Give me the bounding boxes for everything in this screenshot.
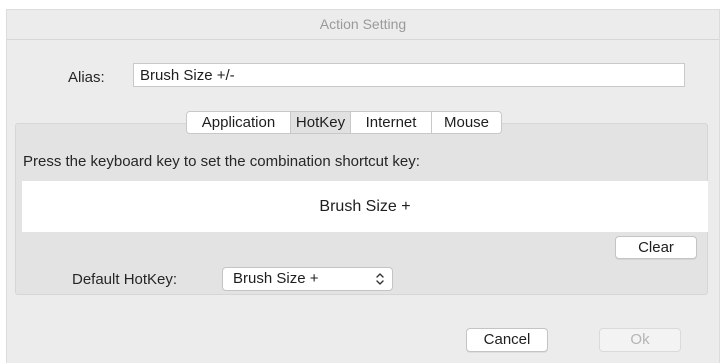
hotkey-instruction: Press the keyboard key to set the combin… — [23, 153, 420, 170]
tab-internet[interactable]: Internet — [351, 112, 432, 133]
hotkey-captured-value: Brush Size + — [319, 197, 411, 215]
tab-application[interactable]: Application — [187, 112, 291, 133]
alias-input[interactable] — [133, 63, 685, 87]
default-hotkey-label: Default HotKey: — [72, 271, 178, 288]
clear-button[interactable]: Clear — [615, 236, 697, 259]
tab-mouse[interactable]: Mouse — [432, 112, 501, 133]
default-hotkey-select[interactable]: Brush Size + — [222, 267, 393, 291]
alias-label: Alias: — [68, 69, 105, 86]
ok-button[interactable]: Ok — [599, 328, 681, 352]
hotkey-capture-field[interactable]: Brush Size + — [22, 181, 708, 232]
default-hotkey-value: Brush Size + — [233, 270, 319, 287]
cancel-button[interactable]: Cancel — [466, 328, 548, 352]
window-title: Action Setting — [7, 10, 719, 40]
tab-hotkey[interactable]: HotKey — [291, 112, 351, 133]
tab-bar: Application HotKey Internet Mouse — [186, 111, 502, 134]
up-down-chevron-icon — [376, 273, 384, 285]
